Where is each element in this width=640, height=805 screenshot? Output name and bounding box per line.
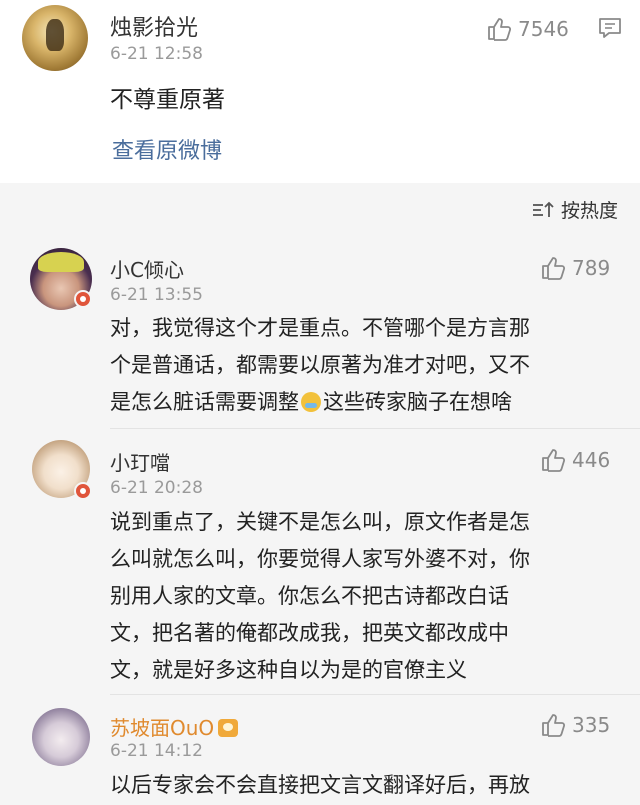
comment-line: 文，把名著的俺都改成我，把英文都改成中 xyxy=(110,621,509,645)
comment-line: 别用人家的文章。你怎么不把古诗都改白话 xyxy=(110,584,509,608)
comment-username[interactable]: 苏坡面OuO xyxy=(110,712,239,741)
comment-like-button[interactable]: 335 xyxy=(540,712,610,738)
comment-username[interactable]: 小玎噹 xyxy=(110,447,170,476)
avatar[interactable] xyxy=(32,708,90,766)
comment-line: 以后专家会不会直接把文言文翻译好后，再放 xyxy=(110,773,530,797)
divider xyxy=(110,694,640,695)
thumbs-up-icon xyxy=(542,257,566,280)
comment-line: 个是普通话，都需要以原著为准才对吧，又不 xyxy=(110,353,530,377)
thumbs-up-icon xyxy=(488,18,512,41)
comment-line: 么叫就怎么叫，你要觉得人家写外婆不对，你 xyxy=(110,547,530,571)
comment-text: 对，我觉得这个才是重点。不管哪个是方言那 个是普通话，都需要以原著为准才对吧，又… xyxy=(110,310,610,421)
post-like-count: 7546 xyxy=(518,17,569,41)
comment-text: 以后专家会不会直接把文言文翻译好后，再放 xyxy=(110,767,610,804)
comment-text: 说到重点了，关键不是怎么叫，原文作者是怎 么叫就怎么叫，你要觉得人家写外婆不对，… xyxy=(110,504,610,689)
comment-line: 说到重点了，关键不是怎么叫，原文作者是怎 xyxy=(110,510,530,534)
comment-like-button[interactable]: 446 xyxy=(540,447,610,473)
vip-crown-icon xyxy=(218,719,239,737)
main-post: 烛影拾光 6-21 12:58 7546 不尊重原著 查看原微博 xyxy=(0,0,640,183)
view-original-link[interactable]: 查看原微博 xyxy=(112,133,222,165)
post-like-button[interactable]: 7546 xyxy=(486,16,569,42)
comment-like-count: 789 xyxy=(572,256,611,280)
avatar[interactable] xyxy=(22,5,88,71)
post-timestamp: 6-21 12:58 xyxy=(110,44,203,64)
verified-badge-icon xyxy=(74,482,92,500)
comment-like-count: 446 xyxy=(572,448,611,472)
post-username[interactable]: 烛影拾光 xyxy=(110,10,198,42)
comment-like-count: 335 xyxy=(572,713,611,737)
comment-line: 对，我觉得这个才是重点。不管哪个是方言那 xyxy=(110,316,530,340)
thumbs-up-icon xyxy=(542,449,566,472)
comment-username[interactable]: 小C倾心 xyxy=(110,254,184,283)
comment-line-part: 这些砖家脑子在想啥 xyxy=(323,390,512,414)
post-text: 不尊重原著 xyxy=(110,87,225,113)
divider xyxy=(110,428,640,429)
sort-icon xyxy=(532,201,554,217)
comment-line: 文，就是好多这种自以为是的官僚主义 xyxy=(110,658,467,682)
sort-label: 按热度 xyxy=(560,200,618,222)
comment-icon[interactable] xyxy=(597,15,623,45)
verified-badge-icon xyxy=(74,290,92,308)
comment-timestamp: 6-21 13:55 xyxy=(110,285,203,305)
thumbs-up-icon xyxy=(542,714,566,737)
comment-username-text: 苏坡面OuO xyxy=(110,716,215,740)
comment-timestamp: 6-21 14:12 xyxy=(110,741,203,761)
sort-by-hot-button[interactable]: 按热度 xyxy=(531,196,618,223)
comment-timestamp: 6-21 20:28 xyxy=(110,478,203,498)
comment-line-part: 是怎么脏话需要调整 xyxy=(110,390,299,414)
comment-like-button[interactable]: 789 xyxy=(540,255,610,281)
comment-line: 是怎么脏话需要调整 这些砖家脑子在想啥 xyxy=(110,384,610,421)
sweat-emoji-icon xyxy=(301,392,321,412)
